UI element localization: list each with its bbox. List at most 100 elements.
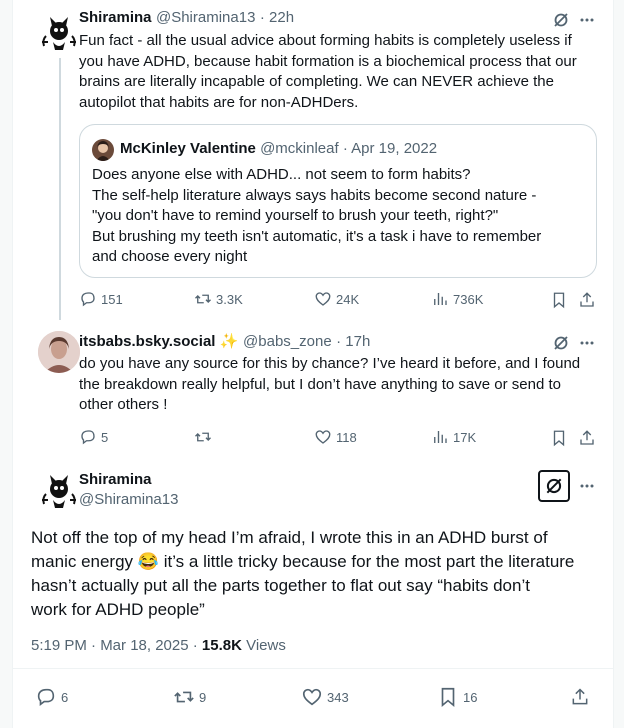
author-name[interactable]: Shiramina xyxy=(79,9,152,26)
text-line: Does anyone else with ADHD... not seem t… xyxy=(92,166,471,183)
text-line: But brushing my teeth isn't automatic, i… xyxy=(92,227,542,245)
text-line: and choose every night xyxy=(92,248,248,265)
share-icon xyxy=(580,430,594,445)
text-line: you have ADHD, because habit formation i… xyxy=(79,52,577,70)
tweet-timestamp[interactable]: 5:19 PM · Mar 18, 2025 · xyxy=(31,637,202,654)
author-handle[interactable]: @Shiramina13 xyxy=(79,491,178,508)
bookmark-button[interactable]: 16 xyxy=(437,686,477,708)
share-button[interactable] xyxy=(577,428,597,448)
repost-button[interactable]: 9 xyxy=(173,686,206,708)
text-line: Fun fact - all the usual advice about fo… xyxy=(79,32,572,49)
repost-count: 9 xyxy=(199,689,207,705)
conversation-thread: Shiramina @Shiramina13 · 22h Fun fact - … xyxy=(12,0,614,728)
reply-icon xyxy=(81,292,95,307)
bookmark-icon xyxy=(553,292,565,309)
quote-author-name: McKinley Valentine xyxy=(120,140,256,157)
bookmark-icon xyxy=(553,430,565,447)
thread-line xyxy=(59,58,61,320)
bookmark-button[interactable] xyxy=(549,428,569,448)
joy-emoji: 😂 xyxy=(137,552,159,571)
tweet-text: do you have any source for this by chanc… xyxy=(79,354,605,416)
reply-count: 5 xyxy=(101,429,109,445)
text-line: The self-help literature always says hab… xyxy=(92,186,537,204)
avatar[interactable] xyxy=(38,331,80,373)
quote-avatar xyxy=(92,139,114,161)
text-line: work for ADHD people” xyxy=(31,600,205,619)
like-button[interactable]: 118 xyxy=(314,428,357,446)
author-handle[interactable]: @Shiramina13 xyxy=(156,9,255,26)
bookmark-icon xyxy=(441,687,455,708)
more-icon[interactable] xyxy=(577,476,597,496)
reply-count: 6 xyxy=(61,689,69,705)
bookmark-count: 16 xyxy=(463,689,478,705)
repost-button[interactable]: 3.3K xyxy=(194,290,243,308)
text-line: other others ! xyxy=(79,396,168,413)
text-fragment: manic energy xyxy=(31,552,134,571)
views-count: 736K xyxy=(453,291,484,307)
reply-button[interactable]: 151 xyxy=(79,290,123,308)
text-line: manic energy 😂 it’s a little tricky beca… xyxy=(31,550,611,574)
repost-button[interactable] xyxy=(194,428,216,446)
quote-time: · Apr 19, 2022 xyxy=(342,140,438,157)
reply-icon xyxy=(81,430,95,445)
quote-text: Does anyone else with ADHD... not seem t… xyxy=(92,165,592,268)
divider xyxy=(13,668,613,669)
text-line: do you have any source for this by chanc… xyxy=(79,355,581,372)
like-icon xyxy=(315,292,331,306)
tweet-header: itsbabs.bsky.social ✨ @babs_zone · 17h xyxy=(79,332,370,351)
like-button[interactable]: 24K xyxy=(314,290,359,308)
grok-icon[interactable] xyxy=(538,470,570,502)
quote-header: McKinley Valentine @mckinleaf · Apr 19, … xyxy=(120,140,437,157)
quote-author-handle: @mckinleaf xyxy=(260,140,339,157)
tweet-time[interactable]: · 17h xyxy=(336,333,370,350)
reply-button[interactable]: 6 xyxy=(35,686,68,708)
like-count: 118 xyxy=(336,429,357,445)
tweet-text: Fun fact - all the usual advice about fo… xyxy=(79,31,605,113)
avatar[interactable] xyxy=(38,12,80,54)
like-count: 343 xyxy=(327,689,349,705)
reply-count: 151 xyxy=(101,291,123,307)
avatar[interactable] xyxy=(38,470,80,512)
author-handle[interactable]: @babs_zone xyxy=(243,333,332,350)
quoted-tweet[interactable]: McKinley Valentine @mckinleaf · Apr 19, … xyxy=(79,124,597,278)
views-button[interactable]: 17K xyxy=(431,428,476,446)
more-icon[interactable] xyxy=(577,10,597,30)
text-line: brains are literally incapable of comple… xyxy=(79,73,554,90)
tweet-header: Shiramina @Shiramina13 · 22h xyxy=(79,9,294,27)
share-button[interactable] xyxy=(569,686,591,708)
tweet-meta: 5:19 PM · Mar 18, 2025 · 15.8K Views xyxy=(31,637,286,654)
sparkle-icon: ✨ xyxy=(219,333,239,350)
repost-icon xyxy=(195,294,211,304)
repost-icon xyxy=(174,691,194,703)
text-line: autopilot that habits are for non-ADHDer… xyxy=(79,93,359,111)
share-icon xyxy=(572,688,588,705)
author-name[interactable]: Shiramina xyxy=(79,471,152,488)
bookmark-button[interactable] xyxy=(549,290,569,310)
reply-button[interactable]: 5 xyxy=(79,428,108,446)
views-icon xyxy=(434,293,447,305)
text-line: the breakdown really helpful, but I don’… xyxy=(79,375,561,393)
text-line: hasn’t actually put all the parts togeth… xyxy=(31,576,530,595)
author-name[interactable]: itsbabs.bsky.social xyxy=(79,333,215,350)
repost-count: 3.3K xyxy=(216,291,243,307)
like-count: 24K xyxy=(336,291,360,307)
grok-icon[interactable] xyxy=(551,333,571,353)
text-fragment: it’s a little tricky because for the mos… xyxy=(158,552,575,571)
share-button[interactable] xyxy=(577,290,597,310)
text-line: "you don't have to remind yourself to br… xyxy=(92,207,499,224)
text-line: Not off the top of my head I’m afraid, I… xyxy=(31,528,548,547)
views-count: 15.8K xyxy=(201,637,242,654)
tweet-text: Not off the top of my head I’m afraid, I… xyxy=(31,526,611,622)
share-icon xyxy=(580,292,594,307)
reply-icon xyxy=(37,688,55,706)
views-count: 17K xyxy=(453,429,477,445)
tweet-time[interactable]: · 22h xyxy=(260,9,294,26)
like-icon xyxy=(315,430,331,444)
views-icon xyxy=(434,431,447,443)
more-icon[interactable] xyxy=(577,333,597,353)
views-label: Views xyxy=(241,637,286,654)
grok-icon[interactable] xyxy=(551,10,571,30)
like-button[interactable]: 343 xyxy=(301,686,349,708)
like-icon xyxy=(302,688,322,706)
views-button[interactable]: 736K xyxy=(431,290,483,308)
